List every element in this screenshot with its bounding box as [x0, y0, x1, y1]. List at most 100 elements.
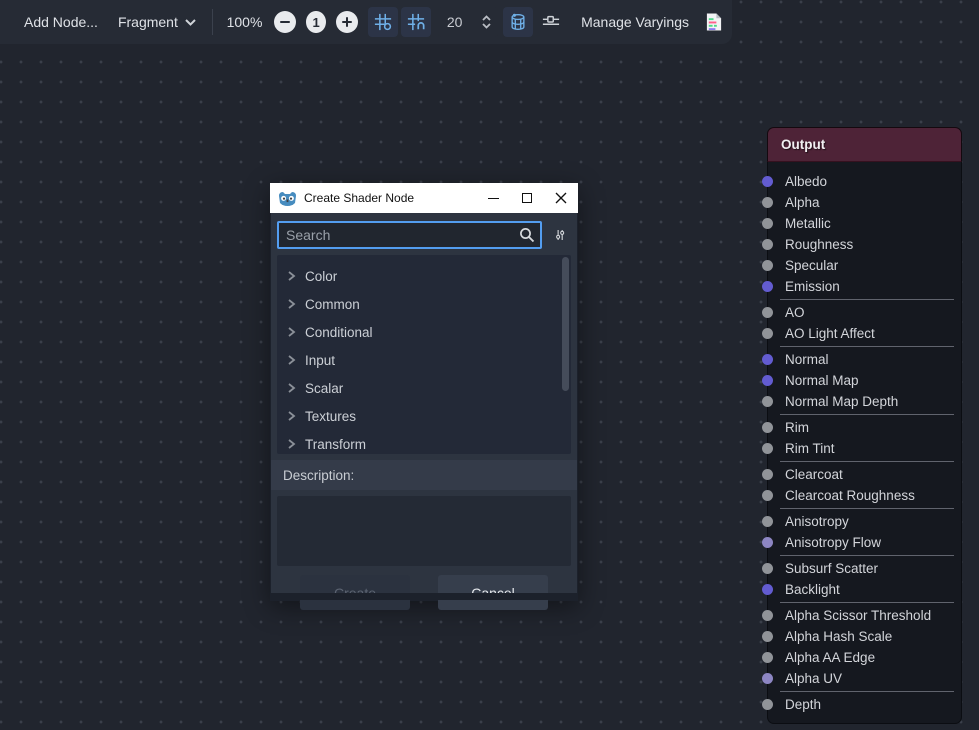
- port-connection-dot[interactable]: [762, 490, 773, 501]
- output-port-rim[interactable]: Rim: [768, 417, 961, 438]
- search-input[interactable]: [277, 221, 542, 249]
- port-connection-dot[interactable]: [762, 673, 773, 684]
- output-port-alpha[interactable]: Alpha: [768, 192, 961, 213]
- port-label: Alpha Scissor Threshold: [785, 608, 931, 623]
- category-label: Input: [305, 353, 335, 368]
- tune-filter-icon: [555, 226, 565, 244]
- output-port-ao[interactable]: AO: [768, 302, 961, 323]
- port-label: Alpha UV: [785, 671, 842, 686]
- port-connection-dot[interactable]: [762, 469, 773, 480]
- output-port-depth[interactable]: Depth: [768, 694, 961, 715]
- slider-options-icon: [542, 12, 560, 32]
- output-port-normal-map-depth[interactable]: Normal Map Depth: [768, 391, 961, 412]
- output-port-specular[interactable]: Specular: [768, 255, 961, 276]
- port-connection-dot[interactable]: [762, 631, 773, 642]
- port-connection-dot[interactable]: [762, 610, 773, 621]
- output-port-metallic[interactable]: Metallic: [768, 213, 961, 234]
- port-connection-dot[interactable]: [762, 537, 773, 548]
- output-port-ao-light-affect[interactable]: AO Light Affect: [768, 323, 961, 344]
- zoom-in-button[interactable]: [336, 11, 358, 33]
- port-label: Rim Tint: [785, 441, 835, 456]
- output-port-alpha-uv[interactable]: Alpha UV: [768, 668, 961, 689]
- category-conditional[interactable]: Conditional: [277, 318, 571, 346]
- output-port-roughness[interactable]: Roughness: [768, 234, 961, 255]
- zoom-out-button[interactable]: [274, 11, 296, 33]
- output-port-rim-tint[interactable]: Rim Tint: [768, 438, 961, 459]
- shader-file-icon: [705, 12, 723, 32]
- category-label: Transform: [305, 437, 366, 452]
- category-color[interactable]: Color: [277, 262, 571, 290]
- port-connection-dot[interactable]: [762, 281, 773, 292]
- port-group-separator: [780, 508, 954, 509]
- close-button[interactable]: [544, 183, 578, 213]
- grid-icon: [374, 12, 392, 32]
- port-label: Normal Map Depth: [785, 394, 898, 409]
- expand-chevron-icon: [287, 354, 296, 366]
- port-connection-dot[interactable]: [762, 699, 773, 710]
- output-node[interactable]: Output AlbedoAlphaMetallicRoughness Specu…: [767, 127, 962, 724]
- toggle-snap-button[interactable]: [401, 7, 431, 37]
- expand-chevron-icon: [287, 270, 296, 282]
- output-port-alpha-scissor-threshold[interactable]: Alpha Scissor Threshold: [768, 605, 961, 626]
- shader-code-button[interactable]: [699, 7, 729, 37]
- port-connection-dot[interactable]: [762, 328, 773, 339]
- maximize-button[interactable]: [510, 183, 544, 213]
- dialog-resize-edge[interactable]: [271, 593, 577, 600]
- category-common[interactable]: Common: [277, 290, 571, 318]
- port-connection-dot[interactable]: [762, 354, 773, 365]
- port-connection-dot[interactable]: [762, 375, 773, 386]
- output-port-emission[interactable]: Emission: [768, 276, 961, 297]
- shader-stage-dropdown[interactable]: Fragment: [112, 8, 202, 36]
- snap-distance-spinbox[interactable]: 20: [438, 7, 498, 37]
- output-port-alpha-aa-edge[interactable]: Alpha AA Edge: [768, 647, 961, 668]
- minimize-button[interactable]: [476, 183, 510, 213]
- port-label: Alpha AA Edge: [785, 650, 875, 665]
- category-label: Color: [305, 269, 337, 284]
- category-input[interactable]: Input: [277, 346, 571, 374]
- output-port-anisotropy-flow[interactable]: Anisotropy Flow: [768, 532, 961, 553]
- material-preview-toggle-button[interactable]: [503, 7, 533, 37]
- category-label: Conditional: [305, 325, 373, 340]
- port-label: Specular: [785, 258, 838, 273]
- category-scalar[interactable]: Scalar: [277, 374, 571, 402]
- port-connection-dot[interactable]: [762, 218, 773, 229]
- scrollbar-thumb[interactable]: [562, 257, 569, 391]
- toggle-grid-button[interactable]: [368, 7, 398, 37]
- port-connection-dot[interactable]: [762, 516, 773, 527]
- port-connection-dot[interactable]: [762, 197, 773, 208]
- output-port-normal-map[interactable]: Normal Map: [768, 370, 961, 391]
- grid-snap-magnet-icon: [407, 12, 425, 32]
- port-connection-dot[interactable]: [762, 584, 773, 595]
- port-connection-dot[interactable]: [762, 652, 773, 663]
- port-connection-dot[interactable]: [762, 396, 773, 407]
- category-label: Scalar: [305, 381, 343, 396]
- port-connection-dot[interactable]: [762, 260, 773, 271]
- port-connection-dot[interactable]: [762, 422, 773, 433]
- output-port-backlight[interactable]: Backlight: [768, 579, 961, 600]
- category-transform[interactable]: Transform: [277, 430, 571, 454]
- zoom-reset-button[interactable]: 1: [306, 11, 325, 33]
- output-port-alpha-hash-scale[interactable]: Alpha Hash Scale: [768, 626, 961, 647]
- output-port-albedo[interactable]: Albedo: [768, 171, 961, 192]
- output-port-subsurf-scatter[interactable]: Subsurf Scatter: [768, 558, 961, 579]
- category-textures[interactable]: Textures: [277, 402, 571, 430]
- spinner-arrows-icon[interactable]: [480, 13, 493, 31]
- manage-varyings-button[interactable]: Manage Varyings: [575, 8, 695, 36]
- output-node-header[interactable]: Output: [767, 127, 962, 162]
- add-node-button[interactable]: Add Node...: [18, 8, 104, 36]
- port-connection-dot[interactable]: [762, 563, 773, 574]
- tree-scrollbar[interactable]: [562, 257, 569, 452]
- port-connection-dot[interactable]: [762, 176, 773, 187]
- filter-options-button[interactable]: [549, 222, 571, 248]
- output-port-anisotropy[interactable]: Anisotropy: [768, 511, 961, 532]
- output-port-normal[interactable]: Normal: [768, 349, 961, 370]
- port-connection-dot[interactable]: [762, 443, 773, 454]
- output-port-clearcoat-roughness[interactable]: Clearcoat Roughness: [768, 485, 961, 506]
- dialog-titlebar[interactable]: Create Shader Node: [270, 183, 578, 213]
- visual-shader-editor: Add Node... Fragment 100% 1: [0, 0, 979, 730]
- shader-stage-label: Fragment: [118, 14, 178, 30]
- port-connection-dot[interactable]: [762, 239, 773, 250]
- port-connection-dot[interactable]: [762, 307, 773, 318]
- preview-options-button[interactable]: [536, 7, 566, 37]
- output-port-clearcoat[interactable]: Clearcoat: [768, 464, 961, 485]
